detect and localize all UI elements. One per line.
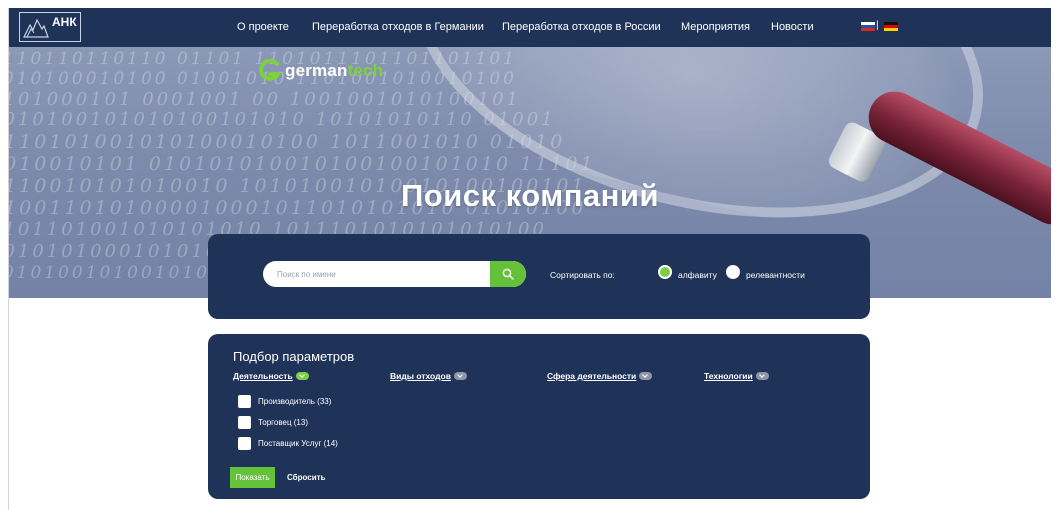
filter-tab-waste-types[interactable]: Виды отходов	[390, 371, 467, 381]
binary-text: 1010100101010100101010 10101010110 01001	[9, 109, 556, 130]
page: АНК О проекте Переработка отходов в Герм…	[8, 8, 1051, 510]
checkbox[interactable]	[238, 416, 251, 429]
nav-item-recycling-germany[interactable]: Переработка отходов в Германии	[312, 21, 484, 33]
sort-label: Сортировать по:	[550, 270, 615, 280]
germantech-wordmark: germantech	[285, 61, 384, 80]
sort-option-label: алфавиту	[678, 270, 717, 280]
nav-item-recycling-russia[interactable]: Переработка отходов в России	[502, 21, 661, 33]
filter-option-service-provider[interactable]: Поставщик Услуг (14)	[238, 437, 338, 450]
filter-title: Подбор параметров	[233, 349, 355, 364]
ahk-logo[interactable]: АНК	[19, 12, 81, 42]
sort-option-label: релевантности	[746, 270, 805, 280]
germantech-logo[interactable]: germantech	[259, 59, 383, 83]
flag-separator: |	[876, 20, 879, 31]
nav-item-about[interactable]: О проекте	[237, 21, 289, 33]
page-title: Поиск компаний	[400, 178, 659, 213]
checkbox[interactable]	[238, 437, 251, 450]
filter-panel: Подбор параметров Деятельность Виды отхо…	[208, 334, 870, 499]
chevron-down-icon	[453, 372, 467, 380]
search-panel: Сортировать по: алфавиту релевантности	[208, 234, 870, 319]
germantech-g-icon	[259, 59, 281, 81]
search-field	[263, 261, 526, 287]
search-button[interactable]	[490, 261, 526, 287]
chevron-down-icon	[295, 372, 309, 380]
filter-tab-technologies[interactable]: Технологии	[704, 371, 769, 381]
chevron-down-icon	[755, 372, 769, 380]
search-icon	[502, 268, 514, 280]
search-input[interactable]	[263, 261, 507, 287]
sort-radio-alphabet[interactable]	[658, 265, 672, 279]
mountain-logo-icon	[23, 18, 49, 38]
filter-option-producer[interactable]: Производитель (33)	[238, 395, 331, 408]
binary-text: 0101000101 0001001 00 1001001010100101	[9, 89, 521, 110]
de-flag-icon[interactable]	[884, 22, 898, 31]
sort-radio-relevance[interactable]	[726, 265, 740, 279]
ru-flag-icon[interactable]	[861, 22, 875, 31]
nav-item-news[interactable]: Новости	[771, 21, 814, 33]
chevron-down-icon	[639, 372, 653, 380]
logo-text: АНК	[52, 15, 77, 29]
nav-item-events[interactable]: Мероприятия	[681, 21, 750, 33]
filter-option-trader[interactable]: Торговец (13)	[238, 416, 308, 429]
reset-button[interactable]: Сбросить	[287, 473, 325, 482]
filter-tab-field[interactable]: Сфера деятельности	[547, 371, 653, 381]
binary-text: 0110101001010100010100 1011001010 01010	[9, 131, 566, 153]
filter-tab-activity[interactable]: Деятельность	[233, 371, 309, 381]
top-nav: АНК О проекте Переработка отходов в Герм…	[9, 8, 1051, 47]
checkbox[interactable]	[238, 395, 251, 408]
show-button[interactable]: Показать	[230, 467, 275, 488]
binary-text: 1010010101 010101010010100100101010 1110…	[9, 153, 596, 175]
